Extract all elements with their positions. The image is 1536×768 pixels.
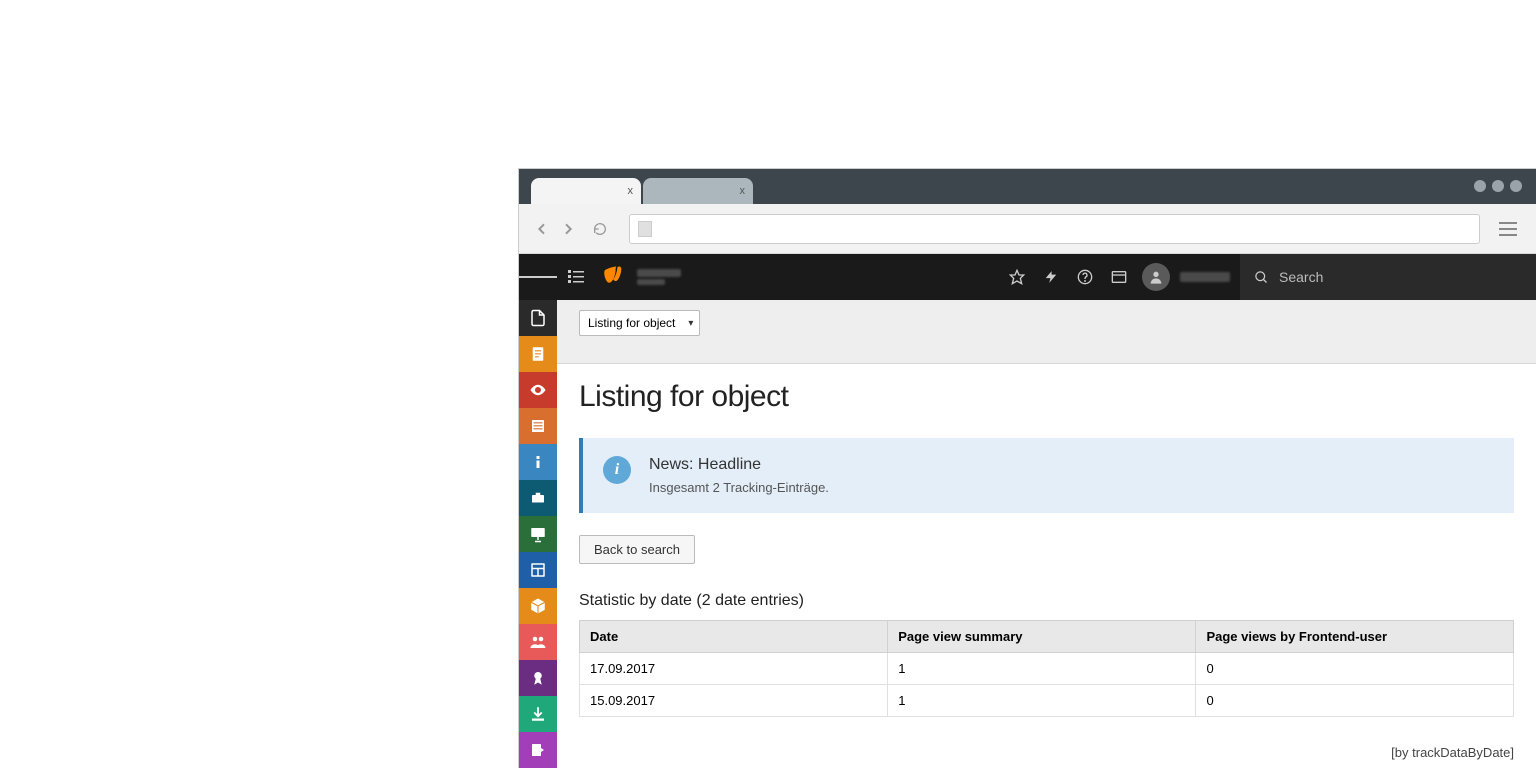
sidebar-item-workspaces[interactable] [519, 480, 557, 516]
help-icon[interactable] [1068, 254, 1102, 300]
typo3-logo-icon [601, 264, 627, 290]
window-control-dot[interactable] [1492, 180, 1504, 192]
username-text [1180, 272, 1230, 282]
sidebar-item-info[interactable] [519, 444, 557, 480]
app-body: Listing for object Listing for object i … [519, 300, 1536, 768]
lightning-icon[interactable] [1034, 254, 1068, 300]
search-box[interactable]: Search [1240, 254, 1536, 300]
brand-text [637, 269, 681, 285]
cell-summary: 1 [888, 653, 1196, 685]
sidebar-item-package[interactable] [519, 588, 557, 624]
window-control-dot[interactable] [1474, 180, 1486, 192]
menu-toggle-icon[interactable] [519, 254, 557, 300]
close-icon[interactable]: x [740, 185, 746, 197]
browser-toolbar [519, 204, 1536, 254]
application-icon[interactable] [1102, 254, 1136, 300]
content-toolbar: Listing for object [557, 300, 1536, 364]
window-control-dot[interactable] [1510, 180, 1522, 192]
browser-window: x x [518, 168, 1536, 768]
sidebar-item-file[interactable] [519, 300, 557, 336]
info-panel: i News: Headline Insgesamt 2 Tracking-Ei… [579, 438, 1514, 513]
content-area: Listing for object Listing for object i … [557, 300, 1536, 768]
window-controls [1474, 180, 1522, 192]
view-selector-dropdown[interactable]: Listing for object [579, 310, 700, 336]
col-feuser: Page views by Frontend-user [1196, 621, 1514, 653]
module-sidebar [519, 300, 557, 768]
back-to-search-button[interactable]: Back to search [579, 535, 695, 564]
cell-feuser: 0 [1196, 685, 1514, 717]
sidebar-item-users[interactable] [519, 624, 557, 660]
close-icon[interactable]: x [628, 185, 634, 197]
sidebar-item-award[interactable] [519, 660, 557, 696]
app-topbar: Search [519, 254, 1536, 300]
sidebar-item-template[interactable] [519, 552, 557, 588]
page-title: Listing for object [579, 380, 1514, 414]
col-date: Date [580, 621, 888, 653]
info-icon: i [603, 456, 631, 484]
cell-date: 15.09.2017 [580, 685, 888, 717]
footer-credit: [by trackDataByDate] [1391, 745, 1514, 760]
reload-icon[interactable] [587, 216, 613, 242]
col-summary: Page view summary [888, 621, 1196, 653]
cell-summary: 1 [888, 685, 1196, 717]
search-placeholder: Search [1279, 269, 1323, 285]
sidebar-item-list[interactable] [519, 408, 557, 444]
hamburger-icon[interactable] [1490, 222, 1526, 236]
browser-tab-active[interactable]: x [531, 178, 641, 204]
browser-titlebar: x x [519, 169, 1536, 204]
forward-icon[interactable] [555, 216, 581, 242]
back-icon[interactable] [529, 216, 555, 242]
sidebar-item-view[interactable] [519, 372, 557, 408]
info-panel-title: News: Headline [649, 456, 829, 474]
url-bar[interactable] [629, 214, 1480, 244]
list-toggle-icon[interactable] [557, 270, 595, 284]
user-avatar-icon[interactable] [1142, 263, 1170, 291]
cell-feuser: 0 [1196, 653, 1514, 685]
star-icon[interactable] [1000, 254, 1034, 300]
cell-date: 17.09.2017 [580, 653, 888, 685]
table-row: 15.09.201710 [580, 685, 1514, 717]
browser-tab-inactive[interactable]: x [643, 178, 753, 204]
table-row: 17.09.201710 [580, 653, 1514, 685]
sidebar-item-page[interactable] [519, 336, 557, 372]
stats-table: Date Page view summary Page views by Fro… [579, 620, 1514, 717]
sidebar-item-download[interactable] [519, 696, 557, 732]
sidebar-item-export[interactable] [519, 732, 557, 768]
sidebar-item-presentation[interactable] [519, 516, 557, 552]
search-icon [1254, 270, 1269, 285]
dropdown-selected-label: Listing for object [588, 316, 675, 330]
page-icon [638, 221, 652, 237]
page-content: Listing for object i News: Headline Insg… [557, 364, 1536, 717]
info-panel-subtitle: Insgesamt 2 Tracking-Einträge. [649, 480, 829, 495]
stats-heading: Statistic by date (2 date entries) [579, 592, 1514, 610]
